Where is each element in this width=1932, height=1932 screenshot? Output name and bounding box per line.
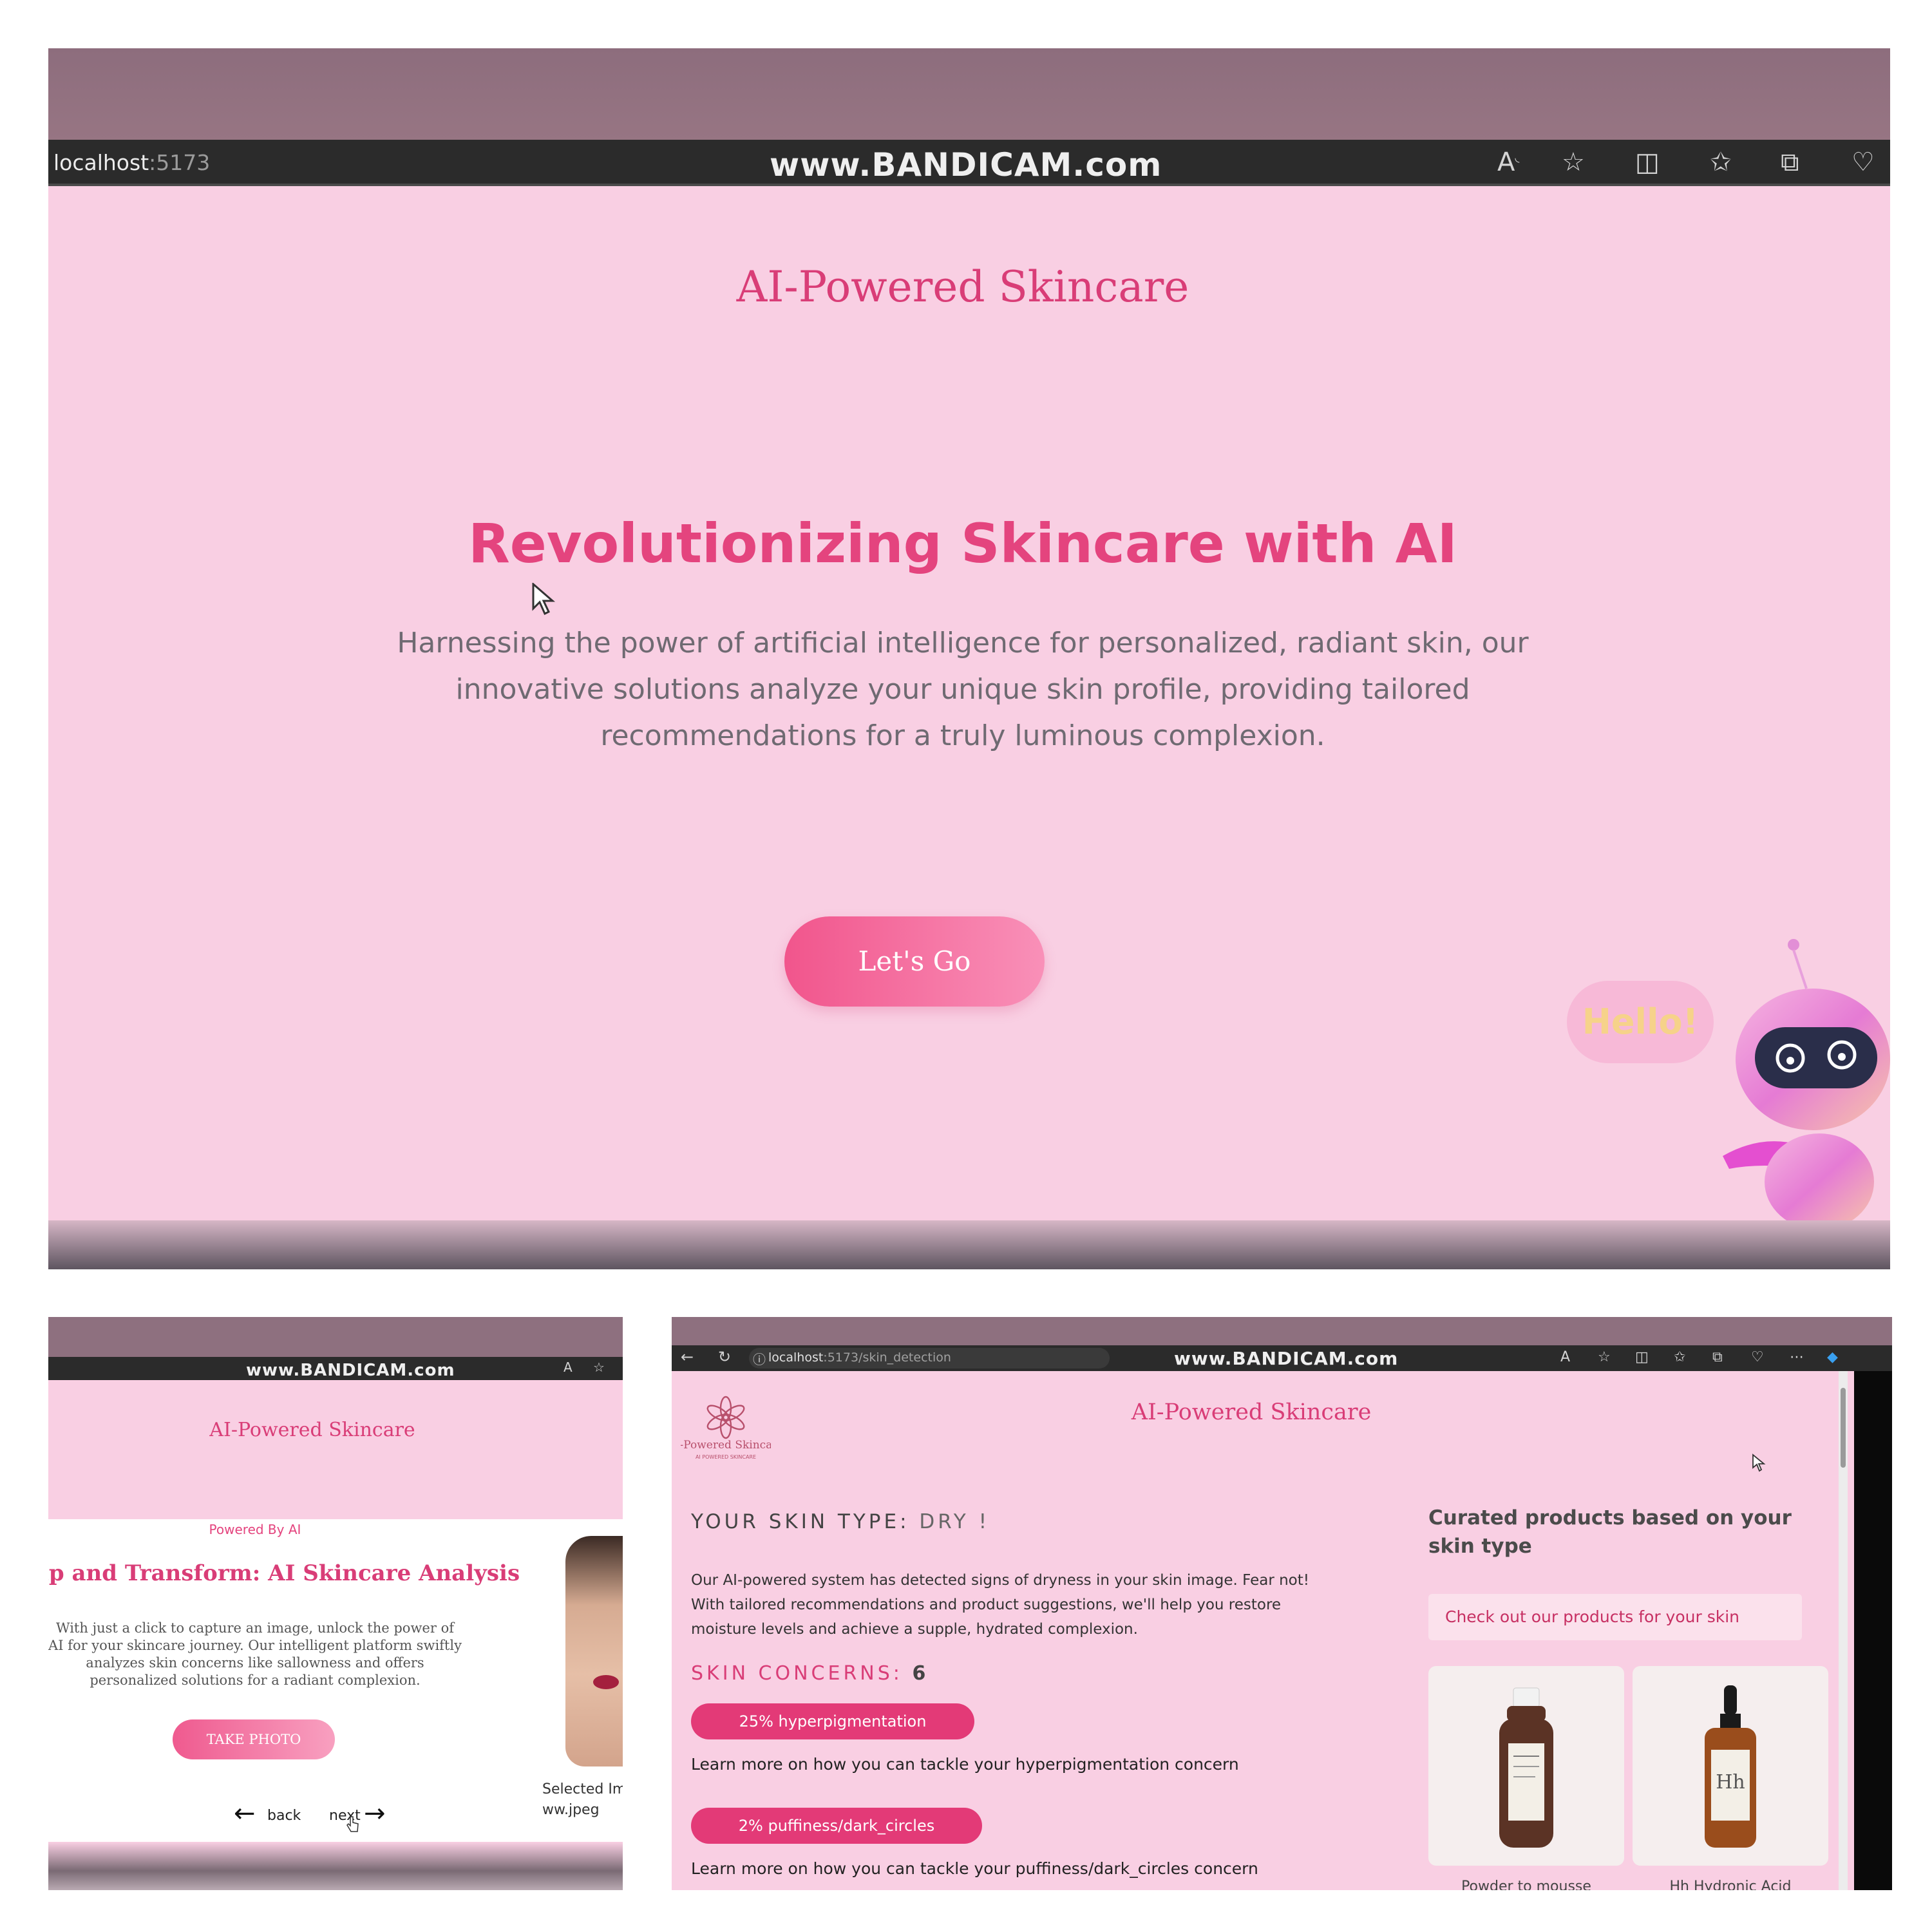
star-icon[interactable]: ☆ [1598, 1349, 1611, 1365]
product-bottle-image [1499, 1687, 1553, 1848]
info-icon[interactable]: ⓘ [753, 1349, 766, 1368]
window-top-band [672, 1317, 1892, 1345]
skin-type-description: Our AI-powered system has detected signs… [691, 1572, 1309, 1638]
favorites-icon[interactable]: ✩ [1674, 1349, 1685, 1365]
brand-title: AI-Powered Skincare [1131, 1399, 1372, 1425]
refresh-icon[interactable]: ↻ [718, 1348, 731, 1366]
concerns-label: SKIN CONCERNS: [691, 1662, 903, 1685]
url-host: localhost [768, 1350, 824, 1365]
logo-subtext: AI POWERED SKINCARE [696, 1454, 756, 1460]
mouse-cursor-icon [1752, 1454, 1766, 1472]
arrow-left-icon[interactable]: ← [234, 1799, 256, 1828]
check-out-products-link[interactable]: Check out our products for your skin [1428, 1594, 1802, 1640]
bandicam-watermark: www.BANDICAM.com [770, 146, 1162, 184]
skin-type-label: YOUR SKIN TYPE: [691, 1510, 910, 1533]
split-screen-icon[interactable]: ◫ [1635, 147, 1660, 177]
face-image [565, 1536, 623, 1766]
skin-concerns-heading: SKIN CONCERNS: 6 [691, 1662, 929, 1685]
star-icon[interactable]: ☆ [593, 1359, 605, 1375]
mouse-cursor-icon [532, 583, 556, 616]
product-name[interactable]: Hh Hydronic Acid [1633, 1879, 1828, 1890]
health-icon[interactable]: ♡ [1751, 1349, 1764, 1365]
window-top-band [48, 48, 1890, 140]
favorites-icon[interactable]: ✩ [1710, 147, 1732, 177]
selected-image-label: Selected Ima ww.jpeg [542, 1779, 623, 1821]
concern-learn-more-link[interactable]: Learn more on how you can tackle your pu… [691, 1859, 1258, 1878]
section-heading: ıp and Transform: AI Skincare Analysis [48, 1560, 520, 1586]
browser-toolbar: www.BANDICAM.com A ☆ [48, 1357, 623, 1380]
hand-cursor-icon [346, 1816, 359, 1832]
bandicam-watermark: www.BANDICAM.com [1174, 1348, 1399, 1369]
hero-subtitle: Harnessing the power of artificial intel… [397, 627, 1529, 752]
window-top-band [48, 1317, 623, 1357]
window-bottom-band [48, 1842, 623, 1890]
url-path: :5173/skin_detection [823, 1350, 951, 1365]
dropper-bottle-image: Hh [1705, 1685, 1756, 1848]
face-lips-detail [593, 1675, 619, 1689]
read-aloud-icon[interactable]: A◟ [1497, 147, 1519, 177]
read-aloud-icon[interactable]: A [1560, 1349, 1570, 1365]
lets-go-button[interactable]: Let's Go [784, 916, 1045, 1007]
window-bottom-band [48, 1220, 1890, 1269]
section-description: With just a click to capture an image, u… [48, 1620, 462, 1688]
collections-icon[interactable]: ⧉ [1712, 1349, 1723, 1365]
landing-screenshot: localhost:5173 www.BANDICAM.com A◟ ☆ ◫ ✩… [48, 48, 1890, 1269]
powered-by-label: Powered By AI [209, 1522, 301, 1537]
back-arrow-icon[interactable]: ← [681, 1348, 694, 1366]
bandicam-watermark: www.BANDICAM.com [246, 1361, 455, 1380]
window-edge [1854, 1371, 1892, 1890]
browser-toolbar: localhost:5173 www.BANDICAM.com A◟ ☆ ◫ ✩… [48, 140, 1890, 186]
product-name[interactable]: Powder to mousse [1428, 1879, 1624, 1890]
address-bar[interactable]: localhost:5173 [53, 150, 210, 175]
read-aloud-icon[interactable]: A [564, 1359, 573, 1375]
concern-learn-more-link[interactable]: Learn more on how you can tackle your hy… [691, 1755, 1239, 1774]
take-photo-button[interactable]: TAKE PHOTO [173, 1719, 335, 1759]
concern-pill-hyperpigmentation[interactable]: 25% hyperpigmentation [691, 1703, 974, 1739]
hello-speech-bubble: Hello! [1567, 981, 1714, 1063]
capture-screenshot: www.BANDICAM.com A ☆ AI-Powered Skincare… [48, 1317, 623, 1890]
results-screenshot: ← ↻ ⓘ localhost:5173/skin_detection www.… [672, 1317, 1892, 1890]
page-header: AI-Powered Skincare [48, 1380, 623, 1519]
collections-icon[interactable]: ⧉ [1781, 147, 1799, 177]
product-card[interactable]: Hh [1633, 1666, 1828, 1866]
url-text: localhost:5173/skin_detection [768, 1350, 951, 1365]
skin-type-heading: YOUR SKIN TYPE: DRY ! [691, 1510, 990, 1533]
selected-image-line1: Selected Ima [542, 1781, 623, 1797]
browser-toolbar: ← ↻ ⓘ localhost:5173/skin_detection www.… [672, 1345, 1892, 1371]
more-menu-icon[interactable]: ⋯ [1790, 1349, 1804, 1365]
brand-title: AI-Powered Skincare [209, 1419, 415, 1441]
bottle-label-text: Hh [1716, 1771, 1745, 1794]
arrow-right-icon[interactable]: → [364, 1799, 386, 1828]
url-port: :5173 [149, 150, 211, 175]
logo-text: AI-Powered Skincare [681, 1439, 771, 1452]
url-host: localhost [53, 150, 149, 175]
split-screen-icon[interactable]: ◫ [1635, 1349, 1649, 1365]
star-icon[interactable]: ☆ [1562, 147, 1585, 177]
robot-mascot-icon [1723, 939, 1890, 1230]
concern-pill-puffiness[interactable]: 2% puffiness/dark_circles [691, 1808, 982, 1844]
curated-products-heading: Curated products based on your skin type [1428, 1506, 1792, 1558]
brand-title: AI-Powered Skincare [736, 262, 1189, 312]
selected-image-filename: ww.jpeg [542, 1802, 600, 1818]
concerns-count: 6 [912, 1662, 929, 1685]
hero-title: Revolutionizing Skincare with AI [468, 512, 1457, 575]
scrollbar-thumb[interactable] [1841, 1388, 1846, 1468]
back-button[interactable]: back [267, 1808, 301, 1824]
health-icon[interactable]: ♡ [1852, 147, 1875, 177]
skin-type-value: DRY ! [919, 1510, 990, 1533]
product-card[interactable] [1428, 1666, 1624, 1866]
copilot-icon[interactable]: ◆ [1827, 1349, 1838, 1365]
